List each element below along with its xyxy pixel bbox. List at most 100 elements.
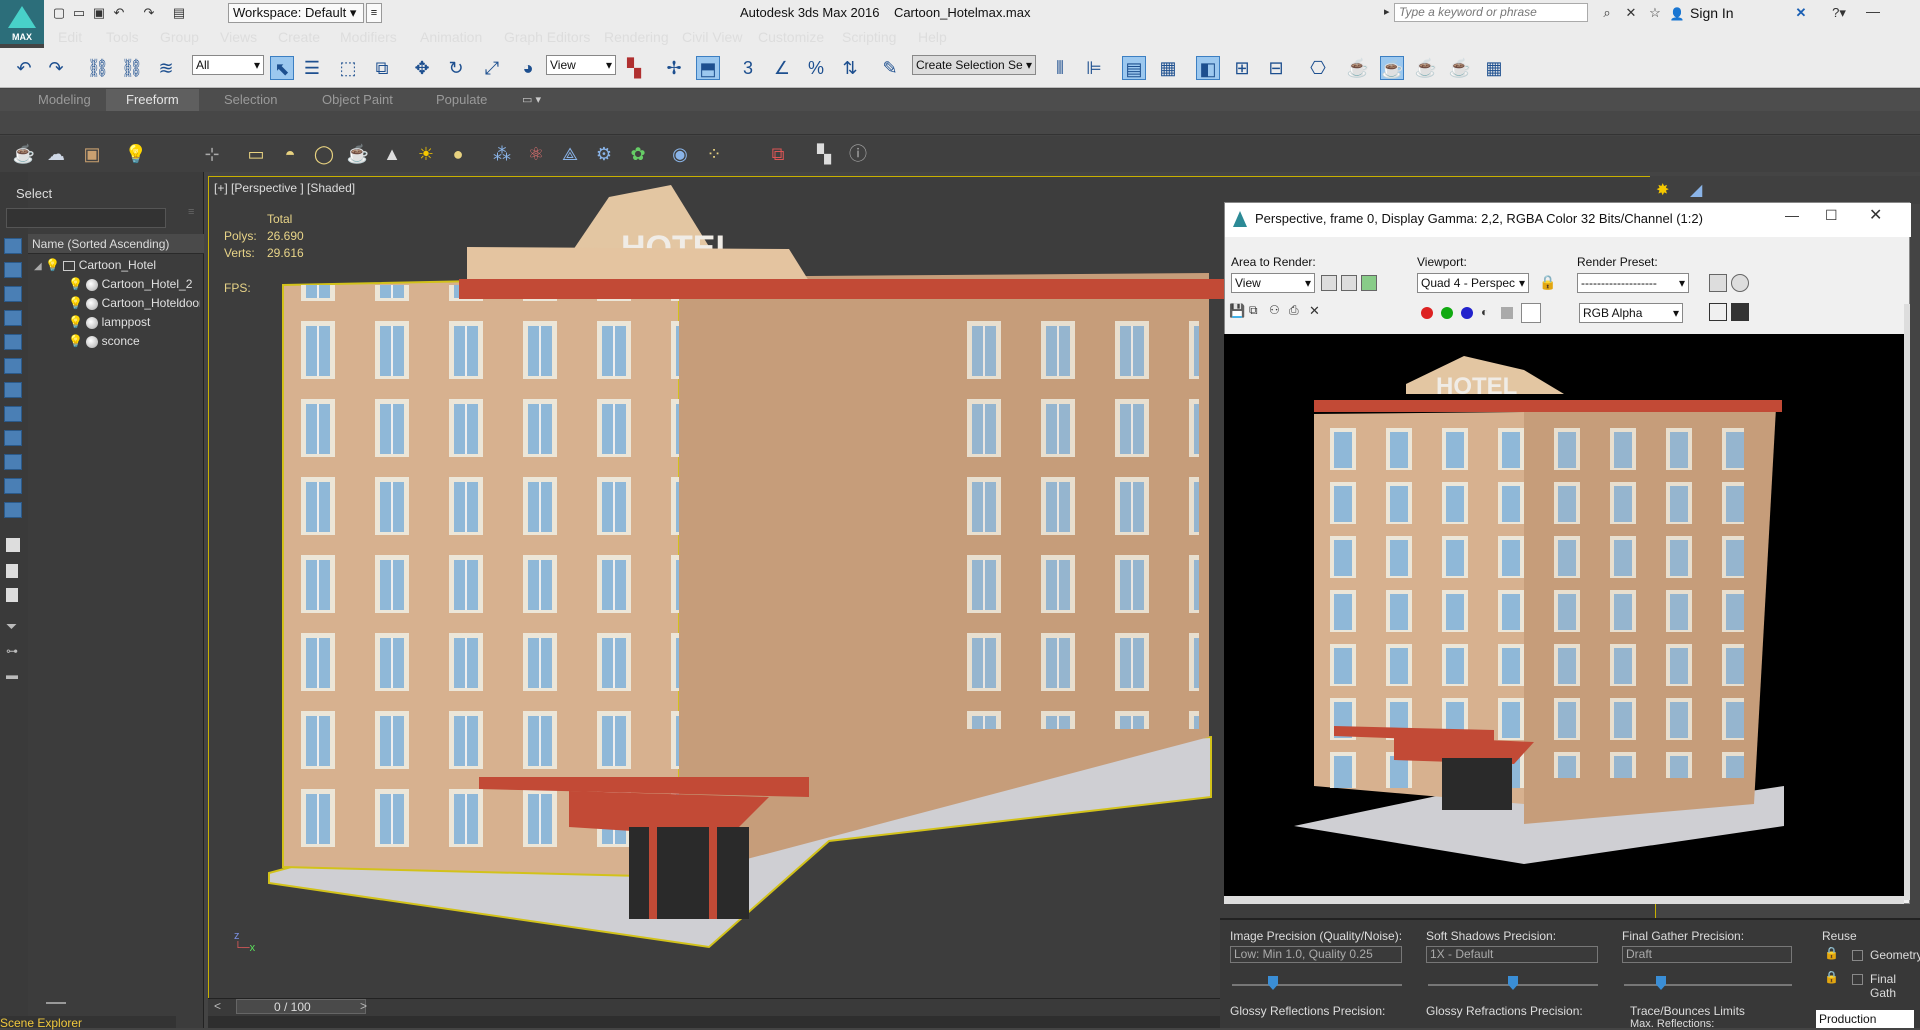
cone-icon[interactable]: ▲ [380, 142, 404, 166]
menu-animation[interactable]: Animation [420, 29, 482, 45]
app-logo[interactable]: MAX [0, 0, 44, 44]
disc-icon[interactable]: ● [446, 142, 470, 166]
minimize-app-icon[interactable]: — [1866, 3, 1880, 19]
light-bulb-icon[interactable]: 💡 [68, 334, 83, 348]
search-options-icon[interactable]: ≡ [188, 206, 194, 218]
render-vertical-scrollbar[interactable] [1904, 304, 1910, 900]
keyboard-shortcut-icon[interactable]: ⬒ [696, 56, 720, 80]
render-setup-small-icon[interactable] [1709, 274, 1727, 292]
selection-filter-dropdown[interactable]: All ▾ [192, 55, 264, 75]
activeshade-icon[interactable]: ☕ [1448, 56, 1472, 80]
display-shapes-icon[interactable] [4, 262, 22, 278]
filter-icon[interactable]: ⏷ [6, 618, 17, 635]
display-bones-icon[interactable] [4, 430, 22, 446]
monochrome-icon[interactable] [1501, 307, 1513, 319]
clone-frame-icon[interactable]: ⚇ [1269, 303, 1280, 317]
render-iterative-icon[interactable]: ☕ [1414, 56, 1438, 80]
reuse-geometry-lock-icon[interactable]: 🔒 [1824, 946, 1839, 960]
help-circle-icon[interactable]: ⓘ [846, 142, 870, 166]
reuse-fg-lock-icon[interactable]: 🔒 [1824, 970, 1839, 984]
tab-selection[interactable]: Selection [224, 92, 277, 107]
final-gather-slider[interactable] [1624, 984, 1792, 986]
menu-edit[interactable]: Edit [58, 29, 82, 45]
tree-item[interactable]: 💡 sconce [68, 334, 140, 348]
menu-create[interactable]: Create [278, 29, 320, 45]
schematic-view-icon[interactable]: ⊞ [1230, 56, 1254, 80]
project-folder-icon[interactable]: ▤ [170, 4, 188, 22]
workspace-dropdown[interactable]: Workspace: Default ▾ [228, 3, 364, 23]
tree-item[interactable]: 💡 lamppost [68, 315, 150, 329]
tree-item[interactable]: 💡 Cartoon_Hoteldoor [68, 296, 200, 310]
undo-tool-icon[interactable]: ↶ [12, 56, 36, 80]
angle-snap-icon[interactable]: ∠ [770, 56, 794, 80]
binoculars-icon[interactable]: ⌕ [1598, 4, 1616, 22]
display-frozen-icon[interactable] [4, 478, 22, 494]
window-crossing-icon[interactable]: ⧉ [370, 56, 394, 80]
rect-selection-icon[interactable]: ⬚ [336, 56, 360, 80]
layer-manager-icon[interactable]: ▤ [1122, 56, 1146, 80]
place-icon[interactable]: ◕ [516, 56, 540, 80]
menu-group[interactable]: Group [160, 29, 199, 45]
print-icon[interactable]: ⎙ [1289, 303, 1299, 318]
subscription-icon[interactable]: ✕ [1622, 4, 1640, 22]
maximize-icon[interactable]: ☐ [1825, 207, 1838, 224]
area-to-render-dropdown[interactable]: View ▾ [1231, 273, 1315, 293]
search-input[interactable]: Type a keyword or phrase [1394, 3, 1588, 22]
box-primitive-icon[interactable]: ▭ [244, 142, 268, 166]
material-editor-icon[interactable]: ⊟ [1264, 56, 1288, 80]
expand-icon[interactable]: ◢ [34, 261, 42, 272]
save-icon[interactable]: ▣ [90, 4, 108, 22]
toggle-overlays-icon[interactable] [1731, 303, 1749, 321]
ribbon-options-icon[interactable]: ▭ ▾ [522, 93, 541, 106]
display-all-icon[interactable] [6, 538, 20, 552]
render-production-icon[interactable]: ☕ [1380, 56, 1404, 80]
create-tab-icon[interactable]: ✸ [1656, 180, 1669, 200]
minimize-icon[interactable]: — [1785, 207, 1799, 223]
select-manipulate-icon[interactable]: ✢ [662, 56, 686, 80]
toggle-ui-icon[interactable] [1709, 303, 1727, 321]
redo-tool-icon[interactable]: ↷ [44, 56, 68, 80]
particles-icon[interactable]: ⁂ [490, 142, 514, 166]
ref-coord-dropdown[interactable]: View ▾ [546, 55, 616, 75]
geometry-checkbox[interactable] [1852, 950, 1863, 961]
menu-civil-view[interactable]: Civil View [682, 29, 742, 45]
unlink-icon[interactable]: ⛓ [120, 56, 144, 80]
menu-scripting[interactable]: Scripting [842, 29, 896, 45]
production-dropdown[interactable]: Production [1816, 1010, 1914, 1028]
pivot-center-icon[interactable]: ▚ [622, 56, 646, 80]
render-region-icon[interactable]: ⧉ [766, 142, 790, 166]
sun-icon[interactable]: ☀ [414, 142, 438, 166]
display-cameras-icon[interactable] [4, 310, 22, 326]
plant-icon[interactable]: ✿ [626, 142, 650, 166]
copy-image-icon[interactable]: ⧉ [1249, 303, 1258, 318]
menu-customize[interactable]: Customize [758, 29, 824, 45]
clear-icon[interactable]: ✕ [1309, 303, 1320, 319]
edit-named-sets-icon[interactable]: ✎ [878, 56, 902, 80]
layer-icon[interactable]: ▬ [6, 668, 18, 682]
hierarchy-icon[interactable]: ⊶ [6, 644, 18, 658]
display-helpers-icon[interactable] [4, 334, 22, 350]
light-bulb-icon[interactable]: 💡 [68, 315, 83, 329]
favorites-icon[interactable]: ☆ [1646, 4, 1664, 22]
percent-snap-icon[interactable]: % [804, 56, 828, 80]
toggle-ribbon-icon[interactable]: ▦ [1156, 56, 1180, 80]
display-hidden-icon[interactable] [4, 502, 22, 518]
red-channel-icon[interactable] [1421, 307, 1433, 319]
exchange-icon[interactable]: ✕ [1792, 4, 1810, 22]
render-preset-dropdown[interactable]: ------------------- ▾ [1577, 273, 1689, 293]
teapot-icon[interactable]: ☕ [12, 142, 36, 166]
material-balls-icon[interactable]: ⁘ [702, 142, 726, 166]
viewport-dropdown[interactable]: Quad 4 - Perspec ▾ [1417, 273, 1529, 293]
auto-region-icon[interactable] [1341, 275, 1357, 291]
blue-channel-icon[interactable] [1461, 307, 1473, 319]
lock-icon[interactable]: 🔒 [1539, 274, 1556, 291]
display-none-icon[interactable] [6, 564, 18, 578]
render-frame-icon[interactable]: ▣ [80, 142, 104, 166]
menu-modifiers[interactable]: Modifiers [340, 29, 397, 45]
menu-views[interactable]: Views [220, 29, 257, 45]
rendered-frame-icon[interactable]: ☕ [1346, 56, 1370, 80]
panel-resize-handle[interactable] [46, 1002, 66, 1004]
align-icon[interactable]: ⊫ [1082, 56, 1106, 80]
time-prev-icon[interactable]: < [214, 999, 221, 1013]
move-icon[interactable]: ✥ [410, 56, 434, 80]
